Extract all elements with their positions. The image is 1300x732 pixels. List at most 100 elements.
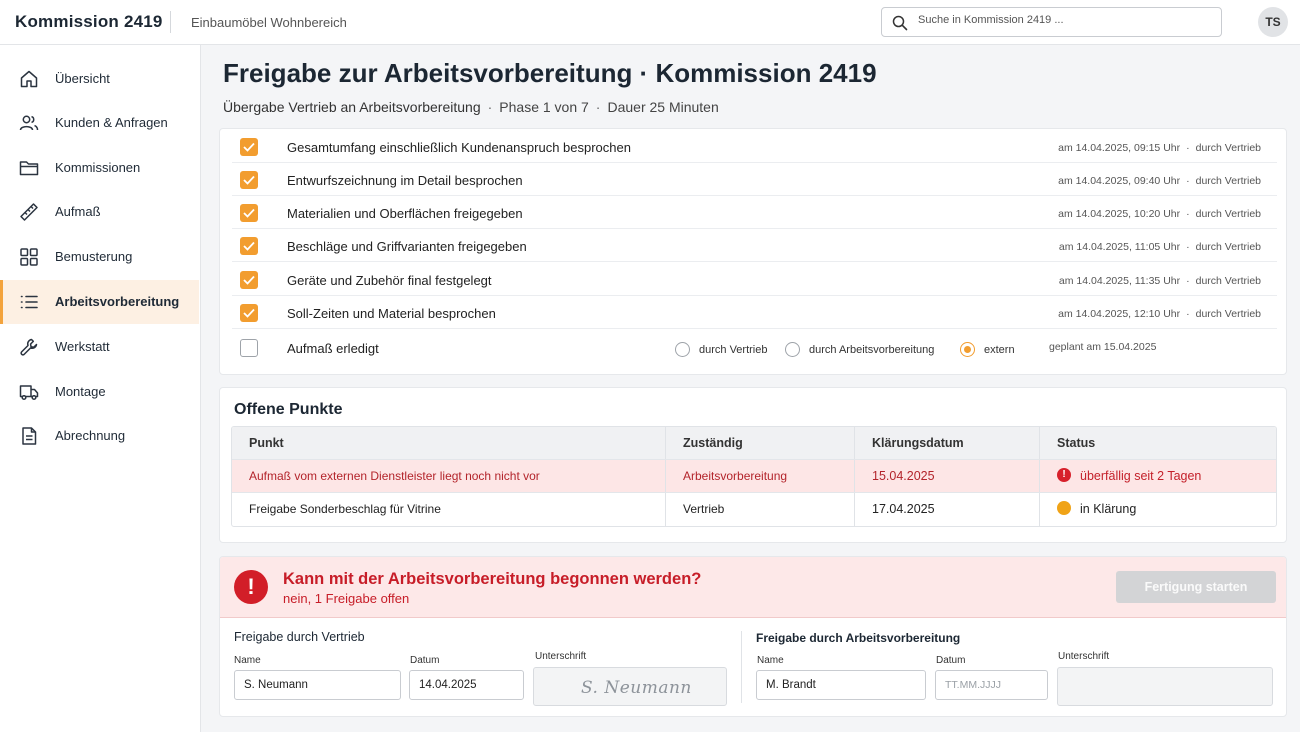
date-label: Datum: [936, 655, 966, 666]
sidebar-item-kunden[interactable]: Kunden & Anfragen: [0, 101, 199, 145]
user-avatar[interactable]: TS: [1258, 7, 1288, 37]
checkbox-unchecked[interactable]: [240, 339, 258, 357]
checklist-item-label: Aufmaß erledigt: [287, 341, 379, 356]
checklist-item-meta: am 14.04.2025, 10:20 Uhr · durch Vertrieb: [1058, 208, 1261, 220]
prep-name-field[interactable]: M. Brandt: [756, 670, 926, 700]
sidebar-item-montage[interactable]: Montage: [0, 370, 199, 414]
cell-datum: 17.04.2025: [854, 493, 1039, 526]
release-question: Kann mit der Arbeitsvorbereitung begonne…: [283, 570, 702, 588]
signature-label: Unterschrift: [1058, 651, 1110, 662]
start-production-button[interactable]: Fertigung starten: [1116, 571, 1276, 603]
document-icon: [22, 427, 37, 445]
radio-circle[interactable]: [675, 342, 690, 357]
truck-icon: [19, 385, 39, 401]
sidebar-item-kommissionen[interactable]: Kommissionen: [0, 146, 199, 190]
search-input[interactable]: [918, 14, 1208, 26]
column-header: Zuständig: [665, 427, 854, 459]
phase-label: Phase 1 von 7: [499, 99, 589, 115]
sales-date-field[interactable]: 14.04.2025: [409, 670, 524, 700]
checklist-item-label: Geräte und Zubehör final festgelegt: [287, 273, 492, 288]
checkmark-icon: [243, 241, 255, 251]
checklist-item-by: durch Vertrieb: [1195, 241, 1261, 253]
sales-name-field[interactable]: S. Neumann: [234, 670, 401, 700]
prep-date-field[interactable]: TT.MM.JJJJ: [935, 670, 1048, 700]
checkbox-checked[interactable]: [240, 204, 258, 222]
checklist-item-meta: am 14.04.2025, 11:35 Uhr · durch Vertrieb: [1059, 275, 1261, 287]
checklist-item-label: Materialien und Oberflächen freigegeben: [287, 206, 523, 221]
radio-extern[interactable]: extern: [960, 342, 1015, 357]
radio-circle-selected[interactable]: [960, 342, 975, 357]
name-label: Name: [757, 655, 784, 666]
checklist-item-pending: Aufmaß erledigt durch Vertrieb durch Arb…: [232, 330, 1277, 366]
radio-circle[interactable]: [785, 342, 800, 357]
separator-dot: ·: [1186, 241, 1190, 253]
warning-icon: !: [234, 570, 268, 604]
sidebar-item-label: Aufmaß: [55, 204, 101, 219]
radio-label: durch Vertrieb: [699, 343, 768, 356]
sales-signature-field[interactable]: S. Neumann: [533, 667, 727, 706]
checklist-item: Beschläge und Griffvarianten freigegeben…: [232, 229, 1277, 262]
sidebar-item-label: Werkstatt: [55, 339, 110, 354]
separator-dot: ·: [1186, 308, 1190, 320]
checklist-item-label: Gesamtumfang einschließlich Kundenanspru…: [287, 140, 631, 155]
sidebar-item-label: Arbeitsvorbereitung: [55, 294, 180, 309]
ruler-icon: [20, 203, 38, 221]
separator-dot: ·: [487, 99, 493, 115]
separator-dot: ·: [1186, 275, 1190, 287]
checkbox-checked[interactable]: [240, 237, 258, 255]
sidebar-item-bemusterung[interactable]: Bemusterung: [0, 235, 199, 279]
checklist-item-by: durch Vertrieb: [1195, 175, 1261, 187]
handwritten-signature: S. Neumann: [581, 678, 692, 698]
checklist-item-label: Entwurfszeichnung im Detail besprochen: [287, 173, 523, 188]
checklist-item-date: am 14.04.2025, 12:10 Uhr: [1058, 308, 1181, 320]
sidebar-item-abrechnung[interactable]: Abrechnung: [0, 414, 199, 458]
sidebar: Übersicht Kunden & Anfragen Kommissionen…: [0, 45, 201, 732]
app-title: Kommission 2419: [15, 12, 163, 31]
checklist-item-meta: am 14.04.2025, 09:40 Uhr · durch Vertrieb: [1058, 175, 1261, 187]
checkbox-checked[interactable]: [240, 171, 258, 189]
sidebar-item-label: Kommissionen: [55, 160, 141, 175]
checklist-item-date: am 14.04.2025, 09:40 Uhr: [1058, 175, 1181, 187]
cell-status: überfällig seit 2 Tagen: [1039, 458, 1276, 492]
separator-dot: ·: [1186, 208, 1190, 220]
sidebar-item-label: Montage: [55, 384, 106, 399]
grid-icon: [20, 248, 38, 266]
sidebar-item-werkstatt[interactable]: Werkstatt: [0, 325, 199, 369]
planned-date: geplant am 15.04.2025: [1049, 341, 1157, 353]
open-points-card: Offene Punkte Punkt Zuständig Klärungsda…: [219, 387, 1287, 543]
radio-durch-vertrieb[interactable]: durch Vertrieb: [675, 342, 767, 357]
sidebar-item-uebersicht[interactable]: Übersicht: [0, 57, 199, 101]
cell-punkt: Aufmaß vom externen Dienstleister liegt …: [249, 469, 540, 483]
checklist-item-label: Soll-Zeiten und Material besprochen: [287, 306, 496, 321]
release-warning-banner: ! Kann mit der Arbeitsvorbereitung begon…: [220, 557, 1286, 618]
checklist-item-date: am 14.04.2025, 09:15 Uhr: [1058, 142, 1181, 154]
checkmark-icon: [243, 208, 255, 218]
checkbox-checked[interactable]: [240, 304, 258, 322]
table-row-overdue[interactable]: Aufmaß vom externen Dienstleister liegt …: [232, 458, 1276, 493]
radio-durch-arbeitsvorbereitung[interactable]: durch Arbeitsvorbereitung: [785, 342, 934, 357]
table-row[interactable]: Freigabe Sonderbeschlag für Vitrine Vert…: [232, 493, 1276, 526]
checkbox-checked[interactable]: [240, 138, 258, 156]
sidebar-item-label: Bemusterung: [55, 249, 133, 264]
header-divider: [170, 11, 171, 33]
checklist-item-date: am 14.04.2025, 11:35 Uhr: [1058, 275, 1181, 287]
users-icon: [19, 115, 39, 131]
sidebar-item-arbeitsvorbereitung[interactable]: Arbeitsvorbereitung: [0, 280, 199, 324]
search-box[interactable]: [881, 7, 1222, 37]
app-subtitle: Einbaumöbel Wohnbereich: [191, 15, 347, 30]
pending-status-icon: [1057, 501, 1071, 515]
checklist-card: Gesamtumfang einschließlich Kundenanspru…: [219, 128, 1287, 375]
sidebar-item-label: Kunden & Anfragen: [55, 115, 168, 130]
cell-datum: 15.04.2025: [854, 460, 1039, 492]
duration-label: Dauer 25 Minuten: [607, 99, 719, 115]
column-header: Status: [1039, 427, 1276, 459]
checklist-item: Gesamtumfang einschließlich Kundenanspru…: [232, 130, 1277, 163]
prep-signature-field[interactable]: [1057, 667, 1273, 706]
cell-zustaendig: Vertrieb: [665, 493, 854, 526]
sidebar-item-aufmass[interactable]: Aufmaß: [0, 190, 199, 234]
column-header: Klärungsdatum: [854, 427, 1039, 459]
checkbox-checked[interactable]: [240, 271, 258, 289]
sidebar-item-label: Übersicht: [55, 71, 110, 86]
page-subtitle: Übergabe Vertrieb an Arbeitsvorbereitung…: [223, 99, 719, 115]
checklist-item-meta: am 14.04.2025, 12:10 Uhr · durch Vertrieb: [1058, 308, 1261, 320]
